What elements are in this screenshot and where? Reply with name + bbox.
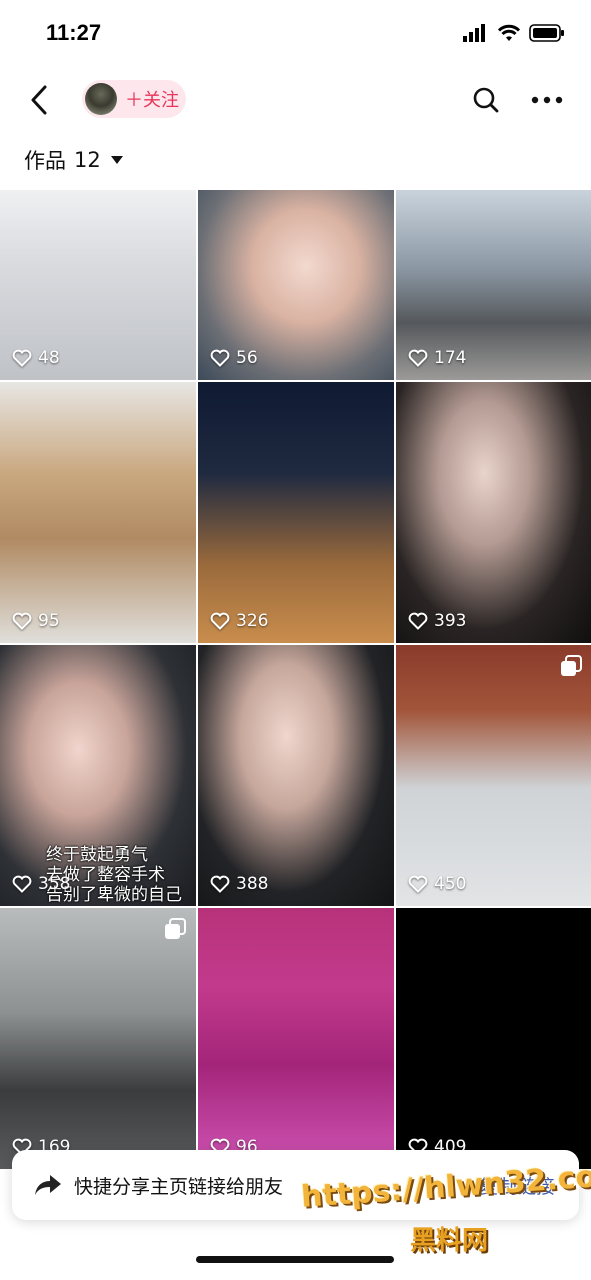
back-arrow-icon	[31, 85, 47, 115]
like-count: 326	[210, 611, 268, 631]
share-text: 快捷分享主页链接给朋友	[74, 1175, 284, 1198]
heart-icon	[408, 612, 428, 630]
work-tile[interactable]: 95	[0, 382, 196, 643]
like-count: 388	[210, 874, 268, 894]
work-tile[interactable]: 409	[396, 908, 591, 1169]
works-label: 作品	[24, 149, 66, 173]
watermark-sub: 黑料网	[410, 1226, 489, 1256]
more-dots-icon	[531, 96, 563, 104]
heart-icon	[408, 349, 428, 367]
like-count: 393	[408, 611, 466, 631]
share-arrow-icon	[35, 1175, 61, 1195]
like-count: 450	[408, 874, 466, 894]
work-tile[interactable]: 388	[198, 645, 394, 906]
follow-label: ＋关注	[125, 90, 179, 111]
works-count: 12	[74, 148, 101, 172]
multi-image-icon	[561, 655, 582, 676]
work-tile[interactable]: 96	[198, 908, 394, 1169]
work-tile[interactable]: 169	[0, 908, 196, 1169]
cellular-signal-icon	[463, 24, 485, 42]
like-count: 95	[12, 611, 60, 631]
like-count: 358	[12, 874, 70, 894]
wifi-icon	[497, 24, 521, 41]
search-icon	[473, 87, 499, 113]
work-tile[interactable]: 48	[0, 190, 196, 380]
work-tile[interactable]: 393	[396, 382, 591, 643]
work-tile[interactable]: 终于鼓起勇气 去做了整容手术 告别了卑微的自己 358	[0, 645, 196, 906]
battery-icon	[529, 24, 564, 42]
status-time: 11:27	[46, 20, 102, 45]
heart-icon	[12, 349, 32, 367]
profile-works-page: 11:27 ＋关注 作品 12 48 56 174 95 326 393 终于鼓…	[0, 0, 591, 1280]
status-icons	[463, 24, 565, 42]
work-tile[interactable]: 326	[198, 382, 394, 643]
multi-image-icon	[165, 918, 186, 939]
works-filter-dropdown[interactable]: 作品 12	[24, 140, 123, 180]
watermark: https://hlwn32.com 黑料网	[300, 1157, 591, 1256]
work-tile[interactable]: 174	[396, 190, 591, 380]
like-count: 56	[210, 348, 258, 368]
avatar[interactable]	[85, 83, 117, 115]
heart-icon	[12, 875, 32, 893]
like-count: 174	[408, 348, 466, 368]
back-button[interactable]	[24, 82, 54, 118]
heart-icon	[12, 612, 32, 630]
nav-bar: ＋关注	[0, 70, 591, 130]
works-grid: 48 56 174 95 326 393 终于鼓起勇气 去做了整容手术 告别了卑…	[0, 190, 591, 1169]
work-tile[interactable]: 450	[396, 645, 591, 906]
status-bar: 11:27	[0, 0, 591, 70]
search-button[interactable]	[470, 84, 502, 116]
follow-button[interactable]: ＋关注	[82, 80, 186, 118]
heart-icon	[210, 612, 230, 630]
more-button[interactable]	[530, 84, 564, 116]
heart-icon	[408, 875, 428, 893]
work-tile[interactable]: 56	[198, 190, 394, 380]
home-indicator[interactable]	[196, 1256, 394, 1263]
heart-icon	[210, 349, 230, 367]
caret-down-icon	[110, 156, 123, 164]
heart-icon	[210, 875, 230, 893]
like-count: 48	[12, 348, 60, 368]
